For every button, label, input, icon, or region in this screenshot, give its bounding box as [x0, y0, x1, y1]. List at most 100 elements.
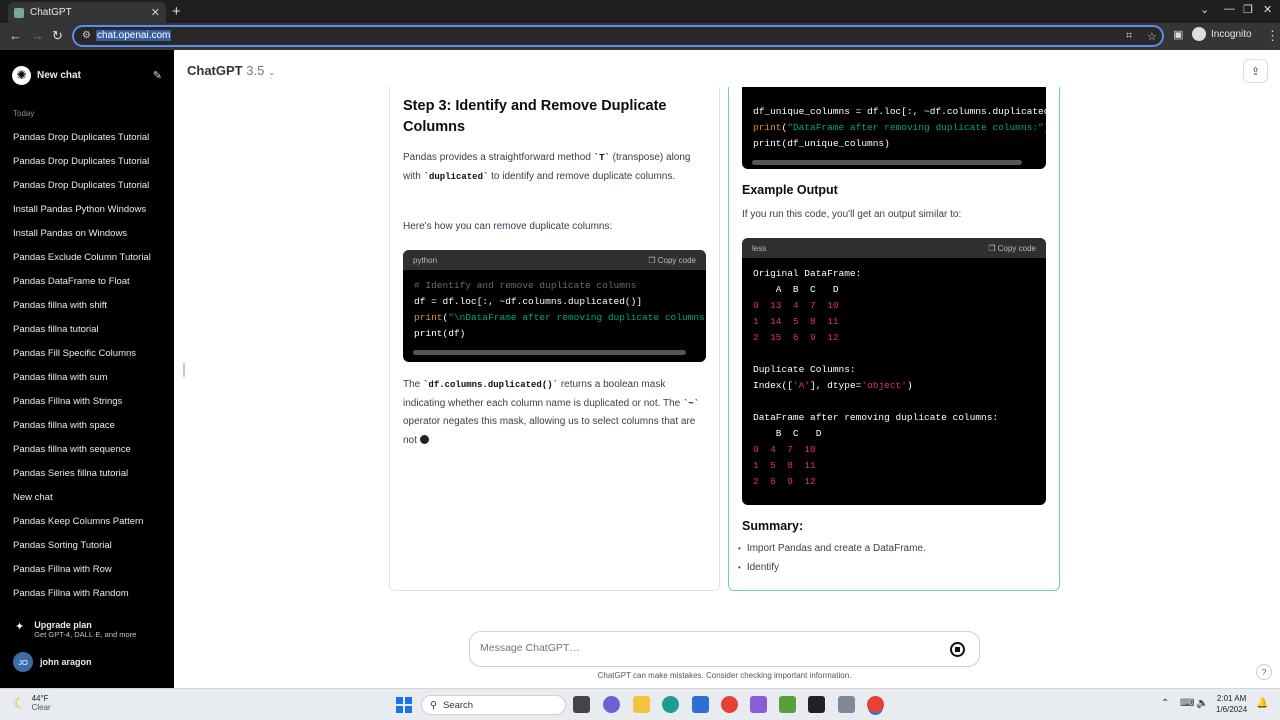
site-info-icon[interactable]: ⚙ [82, 30, 91, 41]
taskbar-search[interactable]: ⚲ Search [421, 695, 566, 715]
history-item[interactable]: Pandas fillna with sequence [13, 438, 168, 462]
store-icon[interactable] [692, 696, 709, 713]
reload-icon[interactable]: ↻ [52, 28, 63, 44]
stop-generating-button[interactable] [950, 642, 965, 657]
chevron-down-icon[interactable]: ⌄ [1200, 3, 1209, 16]
start-button[interactable] [396, 697, 412, 713]
notification-bell-icon[interactable]: 🔔 [1256, 698, 1268, 709]
message-input[interactable] [480, 642, 920, 654]
forward-icon[interactable]: → [31, 28, 44, 43]
share-icon: ⇪ [1250, 65, 1261, 78]
chevron-down-icon: ⌄ [267, 67, 276, 77]
history-item[interactable]: Pandas fillna with sum [13, 366, 168, 390]
task-view-icon[interactable] [573, 696, 590, 713]
network-icon[interactable]: ⌨ [1180, 698, 1194, 709]
history-item[interactable]: Install Pandas Python Windows [13, 198, 168, 222]
back-icon[interactable]: ← [9, 28, 22, 43]
message-composer [469, 631, 980, 667]
volume-icon[interactable]: 🔈 [1196, 698, 1208, 709]
close-tab-icon[interactable]: ✕ [151, 6, 160, 19]
address-bar[interactable]: ⚙ chat.openai.com ⌗ ☆ [72, 25, 1164, 47]
response-panel-left: Step 3: Identify and Remove Duplicate Co… [389, 87, 720, 591]
code-content: Original DataFrame: A B C D 0 13 4 7 10 … [753, 268, 999, 487]
openai-logo-icon: ✺ [12, 65, 31, 85]
tab-title: ChatGPT [30, 7, 72, 18]
sidebar-toggle-icon[interactable]: ▣ [1173, 28, 1183, 41]
paragraph-intro: Pandas provides a straightforward method… [403, 152, 691, 182]
notepad-icon[interactable] [779, 696, 796, 713]
user-menu[interactable]: JO john aragon [13, 652, 92, 672]
restore-icon[interactable]: ❐ [1243, 3, 1253, 16]
summary-heading: Summary: [742, 519, 804, 533]
code-scrollbar[interactable] [752, 160, 1022, 165]
history-item[interactable]: Pandas Fillna with Row [13, 558, 168, 582]
browser-toolbar: ← → ↻ ⚙ chat.openai.com ⌗ ☆ ▣ Incognito … [0, 23, 1280, 50]
copy-code-button[interactable]: ❐ Copy code [648, 256, 696, 265]
chrome-icon[interactable] [721, 696, 738, 713]
history-item[interactable]: Pandas Drop Duplicates Tutorial [13, 126, 168, 150]
incognito-indicator[interactable]: Incognito [1192, 27, 1252, 41]
code-language: python [413, 255, 438, 265]
model-selector[interactable]: ChatGPT 3.5 ⌄ [187, 63, 276, 78]
app-icon[interactable] [838, 696, 855, 713]
sidebar-resize-handle[interactable] [183, 363, 185, 377]
edit-icon[interactable]: ✎ [153, 69, 162, 82]
chat-app-icon[interactable] [603, 696, 620, 713]
weather-temp: 44°F [31, 694, 49, 703]
history-item[interactable]: Pandas fillna with shift [13, 294, 168, 318]
taskbar: ☾ 44°F Clear ⚲ Search ⌃ ⌨ 🔈 2:01 AM 1/6/2… [0, 688, 1280, 720]
terminal-icon[interactable] [808, 696, 825, 713]
code-content: df_unique_columns = df.loc[:, ~df.column… [753, 106, 1046, 149]
help-button[interactable]: ? [1256, 664, 1272, 680]
model-version: 3.5 [246, 63, 265, 78]
history-item[interactable]: Pandas Fillna with Random [13, 582, 168, 606]
paragraph-explanation: The `df.columns.duplicated()` returns a … [403, 379, 700, 446]
code-block-output: less ❐ Copy code Original DataFrame: A B… [742, 238, 1046, 505]
history-item[interactable]: Pandas Series fillna tutorial [13, 462, 168, 486]
new-chat-button[interactable]: ✺ New chat ✎ [12, 65, 162, 85]
browser-tab[interactable]: ChatGPT ✕ [8, 2, 166, 23]
disclaimer: ChatGPT can make mistakes. Consider chec… [597, 671, 852, 680]
history-item[interactable]: Pandas DataFrame to Float [13, 270, 168, 294]
weather-widget[interactable]: ☾ 44°F Clear [13, 694, 51, 712]
file-explorer-icon[interactable] [633, 696, 650, 713]
close-window-icon[interactable]: ✕ [1263, 3, 1272, 16]
menu-dots-icon[interactable]: ⋮ [1266, 28, 1279, 44]
code-content: # Identify and remove duplicate columns … [414, 280, 706, 339]
history-item[interactable]: Pandas fillna tutorial [13, 318, 168, 342]
upgrade-title: Upgrade plan [34, 620, 92, 630]
tracking-icon[interactable]: ⌗ [1126, 30, 1132, 43]
sidebar: ✺ New chat ✎ Today Pandas Drop Duplicate… [0, 50, 174, 688]
copy-code-button[interactable]: ❐ Copy code [988, 244, 1036, 253]
new-tab-icon[interactable]: + [172, 3, 181, 20]
history-item[interactable]: Pandas Keep Columns Pattern [13, 510, 168, 534]
upgrade-plan-button[interactable]: ✦ Upgrade plan Get GPT-4, DALL·E, and mo… [15, 620, 136, 639]
bookmark-star-icon[interactable]: ☆ [1147, 30, 1157, 43]
code-scrollbar[interactable] [413, 350, 686, 355]
history-item[interactable]: Pandas Sorting Tutorial [13, 534, 168, 558]
code-header: less ❐ Copy code [742, 238, 1046, 258]
history-item[interactable]: Pandas Fill Specific Columns [13, 342, 168, 366]
avatar: JO [13, 652, 33, 672]
share-button[interactable]: ⇪ [1243, 59, 1268, 83]
history-item[interactable]: Pandas Exclude Column Tutorial [13, 246, 168, 270]
url-text[interactable]: chat.openai.com [96, 30, 172, 41]
clock[interactable]: 2:01 AM 1/6/2024 [1216, 693, 1247, 715]
history-item[interactable]: Install Pandas on Windows [13, 222, 168, 246]
history-item[interactable]: Pandas fillna with space [13, 414, 168, 438]
code-block-python: python ❐ Copy code # Identify and remove… [403, 250, 706, 362]
sparkle-icon: ✦ [15, 621, 25, 633]
edge-icon[interactable] [662, 696, 679, 713]
minimize-icon[interactable]: — [1224, 3, 1235, 15]
history-item[interactable]: New chat [13, 486, 168, 510]
history-item[interactable]: Pandas Fillna with Strings [13, 390, 168, 414]
code-header: python ❐ Copy code [403, 250, 706, 270]
stop-icon [955, 647, 960, 652]
history-item[interactable]: Pandas Drop Duplicates Tutorial [13, 174, 168, 198]
new-chat-label: New chat [37, 69, 81, 81]
chrome-incognito-icon[interactable] [867, 696, 884, 713]
history-item[interactable]: Pandas Drop Duplicates Tutorial [13, 150, 168, 174]
chevron-up-icon[interactable]: ⌃ [1161, 698, 1169, 709]
history-section-today: Today [13, 109, 35, 118]
app-icon[interactable] [750, 696, 767, 713]
